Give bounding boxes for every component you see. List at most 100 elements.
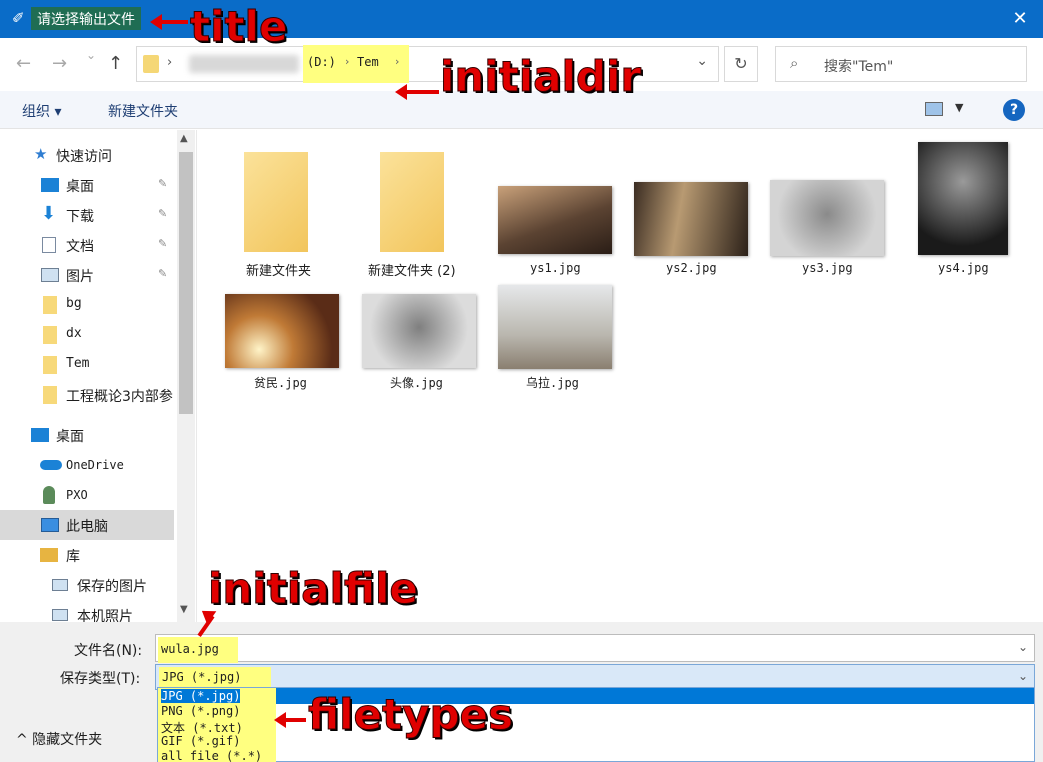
file-item[interactable]: 新建文件夹 [234,148,334,283]
sidebar-item-label: 文档 [66,239,94,255]
pin-icon: ✎ [158,237,168,250]
file-name: 头像.jpg [390,376,443,390]
forward-button[interactable]: → [52,53,67,74]
file-name: 新建文件夹 [246,264,312,279]
sidebar-item-desktop[interactable]: 桌面 ✎ [0,170,174,200]
breadcrumb-separator[interactable]: › [345,55,349,68]
filetype-option[interactable]: all file (*.*) [161,749,262,762]
filename-label: 文件名(N): [74,643,143,659]
picture-icon [52,609,68,621]
download-icon: ⬇ [41,203,57,224]
file-item[interactable]: 乌拉.jpg [498,285,612,395]
sidebar-item-label: 保存的图片 [77,579,147,595]
sidebar-item-label: 库 [66,549,80,565]
file-name: ys1.jpg [530,261,581,275]
help-button[interactable]: ? [1003,99,1025,121]
search-icon: ⌕ [790,54,799,72]
search-input[interactable]: ⌕ 搜索"Tem" [775,46,1027,82]
sidebar-item-dx[interactable]: dx [0,320,174,350]
sidebar-item-pictures[interactable]: 图片 ✎ [0,260,174,290]
sidebar-item-onedrive[interactable]: OneDrive [0,450,174,480]
view-dropdown-button[interactable]: ▼ [955,101,963,114]
sidebar-item-this-pc[interactable]: 此电脑 [0,510,174,540]
file-name: 贫民.jpg [254,376,307,390]
picture-icon [52,579,68,591]
breadcrumb-drive[interactable]: (D:) [307,55,336,69]
file-item[interactable]: ys1.jpg [498,186,612,281]
breadcrumb-folder[interactable]: Tem [357,55,379,69]
image-thumbnail [362,294,476,368]
annotation-arrow [150,14,188,30]
file-item[interactable]: ys2.jpg [634,182,748,280]
annotation-initialdir: initialdir [439,52,642,102]
up-button[interactable]: ↑ [108,53,123,74]
sidebar-item-desktop-root[interactable]: 桌面 [0,420,174,450]
chevron-down-icon[interactable]: ⌄ [1018,640,1028,654]
sidebar-item-label: 此电脑 [66,519,108,535]
file-name: ys2.jpg [666,261,717,275]
filetype-option[interactable]: PNG (*.png) [161,704,240,718]
annotation-initialfile: initialfile [208,564,419,614]
breadcrumb-separator[interactable]: › [395,55,399,68]
cloud-icon [40,460,62,470]
file-item[interactable]: 头像.jpg [362,294,476,394]
scroll-down-icon[interactable]: ▼ [180,604,188,615]
refresh-button[interactable]: ↻ [724,46,758,82]
star-icon: ★ [34,145,48,163]
scroll-up-icon[interactable]: ▲ [180,133,188,144]
file-item[interactable]: ys4.jpg [918,142,1008,282]
annotation-filetypes: filetypes [307,690,514,740]
sidebar-scrollbar[interactable]: ▲ ▼ [177,130,195,622]
sidebar-item-camera-roll[interactable]: 本机照片 [0,600,174,622]
filetype-dropdown-list[interactable]: JPG (*.jpg) PNG (*.png) 文本 (*.txt) GIF (… [157,687,1035,762]
file-name: ys4.jpg [938,261,989,275]
folder-icon [143,55,159,73]
pin-icon: ✎ [158,177,168,190]
annotation-title: title [189,2,288,52]
filetype-option[interactable]: JPG (*.jpg) [161,689,241,703]
file-name: ys3.jpg [802,261,853,275]
view-icon[interactable] [925,102,943,116]
image-thumbnail [498,285,612,369]
breadcrumb-separator: › [167,55,173,70]
image-thumbnail [225,294,339,368]
sidebar-item-quick-access[interactable]: ★ 快速访问 [0,140,174,170]
close-button[interactable]: ✕ [997,0,1043,38]
hide-folders-button[interactable]: ^ 隐藏文件夹 [16,729,102,749]
sidebar-item-saved-pictures[interactable]: 保存的图片 [0,570,174,600]
annotation-arrow [395,84,439,100]
sidebar-item-pxo[interactable]: PXO [0,480,174,510]
organize-button[interactable]: 组织 ▾ [22,101,61,121]
recent-locations-button[interactable]: ⌄ [86,48,96,62]
folder-icon [380,152,444,252]
image-thumbnail [918,142,1008,255]
annotation-arrow [274,712,306,728]
library-icon [40,548,58,562]
file-item[interactable]: 新建文件夹 (2) [366,148,486,283]
chevron-down-icon[interactable]: ⌄ [696,53,708,69]
search-placeholder: 搜索"Tem" [824,59,894,75]
sidebar-item-tem[interactable]: Tem [0,350,174,380]
desktop-icon [41,178,59,192]
filetype-option[interactable]: GIF (*.gif) [161,734,240,748]
computer-icon [41,518,59,532]
sidebar-item-engineering[interactable]: 工程概论3内部参 [0,380,174,410]
filetype-options: JPG (*.jpg) PNG (*.png) 文本 (*.txt) GIF (… [158,688,276,762]
sidebar-item-bg[interactable]: bg [0,290,174,320]
filename-input[interactable]: wula.jpg ⌄ [155,634,1035,663]
sidebar-item-label: 桌面 [56,429,84,445]
chevron-down-icon[interactable]: ⌄ [1018,669,1028,683]
sidebar-item-label: 桌面 [66,179,94,195]
sidebar-item-label: 下载 [66,209,94,225]
back-button[interactable]: ← [16,53,31,74]
sidebar-item-downloads[interactable]: ⬇ 下载 ✎ [0,200,174,230]
new-folder-button[interactable]: 新建文件夹 [108,101,178,121]
filetype-value: JPG (*.jpg) [159,667,271,689]
image-thumbnail [770,180,884,256]
file-item[interactable]: ys3.jpg [770,180,884,280]
navigation-pane: ★ 快速访问 桌面 ✎ ⬇ 下载 ✎ 文档 ✎ 图片 ✎ bg dx Tem 工… [0,130,197,622]
sidebar-item-documents[interactable]: 文档 ✎ [0,230,174,260]
scrollbar-thumb[interactable] [179,152,193,414]
sidebar-item-library[interactable]: 库 [0,540,174,570]
file-item[interactable]: 贫民.jpg [225,294,339,394]
